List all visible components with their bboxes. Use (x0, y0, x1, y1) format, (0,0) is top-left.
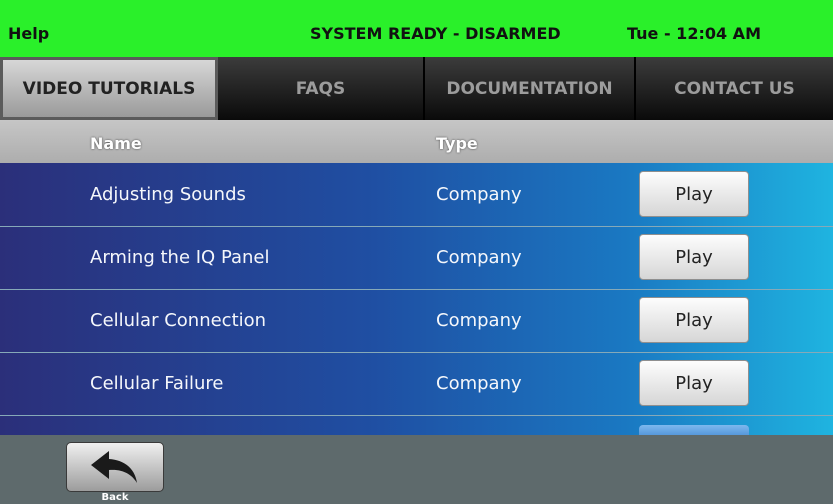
clock: Tue - 12:04 AM (627, 24, 761, 43)
back-label: Back (101, 492, 129, 503)
system-status: SYSTEM READY - DISARMED (310, 24, 561, 43)
table-row: Cellular Failure Company Play (0, 352, 833, 416)
tab-video-tutorials[interactable]: VIDEO TUTORIALS (0, 57, 218, 120)
tab-documentation[interactable]: DOCUMENTATION (425, 57, 636, 120)
play-button[interactable]: Play (639, 171, 749, 217)
table-row: Cellular Connection Company Play (0, 289, 833, 353)
back-arrow-icon (91, 451, 137, 483)
play-button-partial[interactable] (639, 425, 749, 435)
status-bar: Help SYSTEM READY - DISARMED Tue - 12:04… (0, 0, 833, 57)
table-header: Name Type (0, 120, 833, 163)
video-type: Company (436, 184, 522, 205)
video-type: Company (436, 310, 522, 331)
back-button[interactable] (66, 442, 164, 492)
video-type: Company (436, 247, 522, 268)
footer-bar: Back (0, 435, 833, 504)
play-button[interactable]: Play (639, 234, 749, 280)
column-header-name: Name (90, 134, 142, 153)
video-name: Cellular Failure (90, 373, 224, 394)
play-button[interactable]: Play (639, 360, 749, 406)
play-button[interactable]: Play (639, 297, 749, 343)
table-row: Arming the IQ Panel Company Play (0, 226, 833, 290)
tab-faqs[interactable]: FAQS (218, 57, 425, 120)
table-row: Adjusting Sounds Company Play (0, 163, 833, 227)
tab-bar: VIDEO TUTORIALS FAQS DOCUMENTATION CONTA… (0, 57, 833, 120)
video-name: Cellular Connection (90, 310, 267, 331)
tutorial-list[interactable]: Adjusting Sounds Company Play Arming the… (0, 163, 833, 435)
tab-contact-us[interactable]: CONTACT US (636, 57, 833, 120)
video-name: Arming the IQ Panel (90, 247, 270, 268)
page-title: Help (8, 24, 50, 43)
video-name: Adjusting Sounds (90, 184, 246, 205)
video-type: Company (436, 373, 522, 394)
column-header-type: Type (436, 134, 478, 153)
